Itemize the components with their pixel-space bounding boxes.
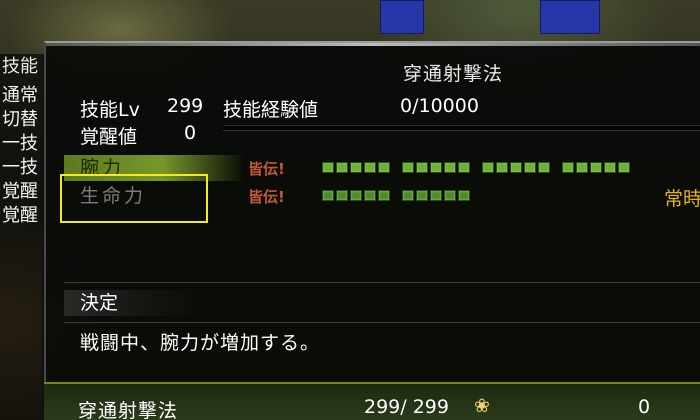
skill-list-name: 穿通射撃法 [78,400,179,420]
divider [64,282,700,283]
banner-flag [540,0,600,34]
kaiden-badge: 皆伝! [248,188,285,206]
divider [64,322,700,323]
skill-lv-value: 299 [167,95,204,117]
decision-button[interactable]: 決定 [64,290,204,316]
skill-description: 戦闘中、腕力が増加する。 [80,332,321,354]
left-menu-item[interactable]: 覚醒 [0,204,42,228]
attribute-row-strength[interactable]: 腕力 皆伝! [64,155,700,181]
kaiden-badge: 皆伝! [248,160,285,178]
level-segments [322,162,642,173]
skill-list-level: 299/ 299 [364,396,449,418]
left-skill-menu: 技能 通常 切替 一技 一技 覚醒 覚醒 [0,54,44,420]
cherry-blossom-icon: ❀ [474,395,490,417]
skill-list-value: 0 [638,396,651,418]
awaken-label: 覚醒値 [80,126,138,148]
skill-detail-panel: 穿通射撃法 技能Lv 299 技能経験値 0/10000 覚醒値 0 腕力 皆伝… [44,41,700,390]
left-menu-title: 技能 [2,56,38,77]
attribute-row-vitality[interactable]: 生命力 皆伝! 常時 [64,183,700,210]
exp-label: 技能経験値 [223,99,319,121]
banner-flag [380,0,424,34]
constant-tag: 常時 [664,188,700,210]
exp-progress-bar [223,125,700,131]
left-menu-item[interactable]: 覚醒 [0,180,42,204]
left-menu-item[interactable]: 切替 [0,108,42,132]
awaken-value: 0 [184,122,197,144]
skill-list-row[interactable]: 穿通射撃法 299/ 299 ❀ 0 [44,382,700,420]
exp-value: 0/10000 [400,95,479,117]
left-menu-item[interactable]: 一技 [0,132,42,156]
left-menu-item[interactable]: 通常 [0,84,42,108]
panel-title: 穿通射撃法 [402,63,503,85]
attribute-label: 腕力 [64,155,244,181]
left-menu-item[interactable]: 一技 [0,156,42,180]
skill-lv-label: 技能Lv [80,99,140,121]
level-segments [322,190,482,201]
attribute-label: 生命力 [80,185,147,207]
